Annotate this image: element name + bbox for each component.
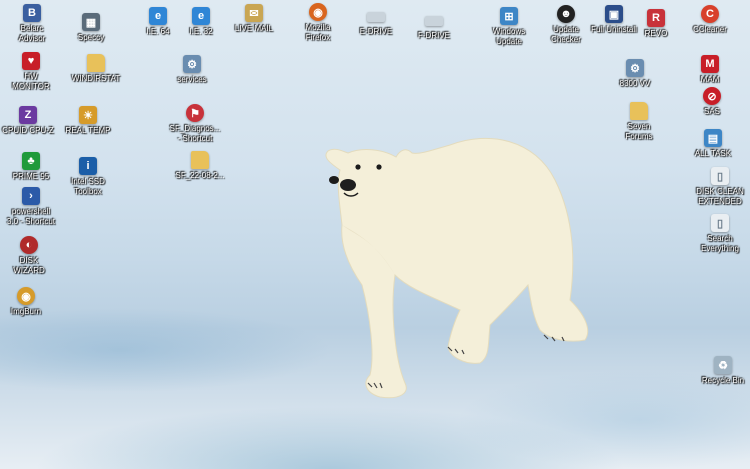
speccy-label: Speccy (77, 33, 105, 42)
disk-clean-extended-glyph: ▯ (711, 167, 729, 185)
ccleaner-glyph: C (701, 5, 719, 23)
search-everything-glyph: ▯ (711, 214, 729, 232)
sas-glyph: ⊘ (703, 87, 721, 105)
8300-vv-glyph: ⚙ (626, 59, 644, 77)
disk-clean-extended-label: DISK CLEAN EXTENDED (696, 187, 744, 206)
disk-wizard-icon[interactable]: ◐ DISK WIZARD (0, 236, 61, 276)
imgburn-icon[interactable]: ◉ ImgBurn (0, 287, 58, 317)
live-mail-label: LIVE MAIL (234, 24, 274, 33)
polar-bear-wallpaper (325, 138, 589, 399)
f-drive-glyph (425, 16, 443, 26)
e-drive-glyph (367, 12, 385, 22)
sf-diagnostic-label: SF_Diagnos... - Shortcut (169, 124, 221, 143)
ie32-glyph: e (192, 7, 210, 25)
powershell-label: powershell 3.0 - Shortcut (6, 207, 56, 226)
ie32-label: I.E. 32 (189, 27, 213, 36)
8300-vv-icon[interactable]: ⚙ 8300 VV (603, 59, 667, 89)
speccy-icon[interactable]: ▦ Speccy (59, 13, 123, 43)
disk-wizard-label: DISK WIZARD (13, 256, 45, 275)
seven-forums-label: Seven Forums (625, 122, 653, 141)
imgburn-glyph: ◉ (17, 287, 35, 305)
ccleaner-label: CCleaner (693, 25, 727, 34)
sf-diagnostic-glyph: ⚑ (186, 104, 204, 122)
cpuid-cpu-z-label: CPUID CPU-Z (2, 126, 54, 135)
ie64-label: I.E. 64 (146, 27, 170, 36)
windows-update-icon[interactable]: ⊞ Windows Update (477, 7, 541, 47)
intel-ssd-toolbox-label: Intel SSD Toolbox (71, 177, 105, 196)
recycle-bin-icon[interactable]: ♻ Recycle Bin (691, 356, 750, 386)
recycle-bin-glyph: ♻ (714, 356, 732, 374)
sf-folder-label: SF_22-08-2... (175, 171, 225, 180)
prime95-icon[interactable]: ♣ PRIME 95 (0, 152, 63, 182)
e-drive-icon[interactable]: E-DRIVE (344, 12, 408, 37)
revo-label: REVO (644, 29, 668, 38)
e-drive-label: E-DRIVE (359, 27, 393, 36)
hw-monitor-label: HW MONITOR (12, 72, 50, 91)
search-everything-icon[interactable]: ▯ Search Everything (688, 214, 750, 254)
f-drive-icon[interactable]: F-DRIVE (402, 16, 466, 41)
windirstat-icon[interactable]: WINDIRSTAT (64, 54, 128, 84)
desktop[interactable]: B Belarc Advisor ▦ Speccy e I.E. 64 e I.… (0, 0, 750, 469)
ie64-glyph: e (149, 7, 167, 25)
windows-update-glyph: ⊞ (500, 7, 518, 25)
all-task-glyph: ▤ (704, 129, 722, 147)
belarc-advisor-label: Belarc Advisor (18, 24, 46, 43)
powershell-icon[interactable]: › powershell 3.0 - Shortcut (0, 187, 63, 227)
prime95-label: PRIME 95 (12, 172, 50, 181)
mam-icon[interactable]: M MAM (678, 55, 742, 85)
sf-diagnostic-icon[interactable]: ⚑ SF_Diagnos... - Shortcut (163, 104, 227, 144)
powershell-glyph: › (22, 187, 40, 205)
disk-wizard-glyph: ◐ (20, 236, 38, 254)
sf-folder-icon[interactable]: SF_22-08-2... (168, 151, 232, 181)
windirstat-label: WINDIRSTAT (71, 74, 121, 83)
disk-clean-extended-icon[interactable]: ▯ DISK CLEAN EXTENDED (688, 167, 750, 207)
ccleaner-icon[interactable]: C CCleaner (678, 5, 742, 35)
cpuid-cpu-z-icon[interactable]: Z CPUID CPU-Z (0, 106, 60, 136)
mozilla-firefox-glyph: ◉ (309, 3, 327, 21)
services-icon[interactable]: ⚙ services (160, 55, 224, 85)
update-checker-glyph: ☻ (557, 5, 575, 23)
belarc-advisor-glyph: B (23, 4, 41, 22)
hw-monitor-icon[interactable]: ♥ HW MONITOR (0, 52, 63, 92)
cpuid-cpu-z-glyph: Z (19, 106, 37, 124)
search-everything-label: Search Everything (701, 234, 739, 253)
live-mail-glyph: ✉ (245, 4, 263, 22)
services-glyph: ⚙ (183, 55, 201, 73)
full-uninstall-glyph: ▣ (605, 5, 623, 23)
belarc-advisor-icon[interactable]: B Belarc Advisor (0, 4, 64, 44)
real-temp-label: REAL TEMP (65, 126, 111, 135)
intel-ssd-toolbox-icon[interactable]: i Intel SSD Toolbox (56, 157, 120, 197)
imgburn-label: ImgBurn (10, 307, 42, 316)
sas-icon[interactable]: ⊘ SAS (680, 87, 744, 117)
windirstat-glyph (87, 54, 105, 72)
real-temp-glyph: ☀ (79, 106, 97, 124)
mozilla-firefox-icon[interactable]: ◉ Mozilla Firefox (286, 3, 350, 43)
sas-label: SAS (703, 107, 720, 116)
update-checker-label: Update Checker (551, 25, 581, 44)
sf-folder-glyph (191, 151, 209, 169)
8300-vv-label: 8300 VV (619, 79, 651, 88)
speccy-glyph: ▦ (82, 13, 100, 31)
f-drive-label: F-DRIVE (418, 31, 450, 40)
seven-forums-icon[interactable]: Seven Forums (607, 102, 671, 142)
live-mail-icon[interactable]: ✉ LIVE MAIL (222, 4, 286, 34)
prime95-glyph: ♣ (22, 152, 40, 170)
seven-forums-glyph (630, 102, 648, 120)
mozilla-firefox-label: Mozilla Firefox (305, 23, 331, 42)
real-temp-icon[interactable]: ☀ REAL TEMP (56, 106, 120, 136)
windows-update-label: Windows Update (492, 27, 526, 46)
all-task-icon[interactable]: ▤ ALL TASK (681, 129, 745, 159)
services-label: services (177, 75, 207, 84)
revo-glyph: R (647, 9, 665, 27)
intel-ssd-toolbox-glyph: i (79, 157, 97, 175)
mam-glyph: M (701, 55, 719, 73)
all-task-label: ALL TASK (694, 149, 732, 158)
hw-monitor-glyph: ♥ (22, 52, 40, 70)
mam-label: MAM (700, 75, 720, 84)
recycle-bin-label: Recycle Bin (701, 376, 745, 385)
